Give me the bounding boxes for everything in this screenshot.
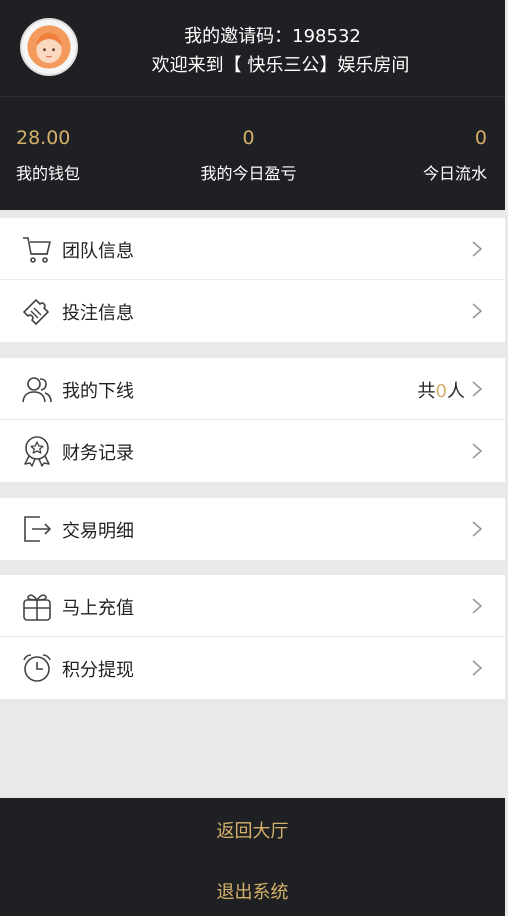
back-to-lobby-button[interactable]: 返回大厅 [0,817,505,843]
menu-item-team-info[interactable]: 团队信息 [0,218,505,280]
gift-icon [20,589,54,623]
chevron-right-icon [471,442,483,460]
chevron-right-icon [471,302,483,320]
stats-panel: 28.00 我的钱包 0 我的今日盈亏 0 今日流水 [0,96,505,210]
alarm-clock-icon [20,651,54,685]
users-icon [20,372,54,406]
chevron-right-icon [471,520,483,538]
menu-item-my-downline[interactable]: 我的下线 共0人 [0,358,505,420]
menu-group-downline: 我的下线 共0人 财务记录 [0,358,505,482]
menu-item-withdraw[interactable]: 积分提现 [0,637,505,699]
menu-item-finance-records[interactable]: 财务记录 [0,420,505,482]
menu-label-finance-records: 财务记录 [62,443,134,464]
menu-item-transaction-details[interactable]: 交易明细 [0,498,505,560]
today-turnover-value: 0 [474,127,487,149]
logout-button[interactable]: 退出系统 [0,878,505,904]
menu-label-my-downline: 我的下线 [62,381,134,402]
chevron-right-icon [471,380,483,398]
award-badge-icon [20,434,54,468]
chevron-right-icon [471,240,483,258]
menu-group-funds: 马上充值 积分提现 [0,575,505,699]
invite-code-text: 我的邀请码：198532 [184,26,361,47]
exit-arrow-icon [20,512,54,546]
menu-label-recharge: 马上充值 [62,598,134,619]
chevron-right-icon [471,597,483,615]
menu-item-bet-info[interactable]: 投注信息 [0,280,505,342]
chevron-right-icon [471,659,483,677]
menu-group-team: 团队信息 投注信息 [0,218,505,342]
downline-count: 共0人 [417,381,465,402]
profile-header: 我的邀请码：198532 欢迎来到【 快乐三公】娱乐房间 [0,0,505,96]
menu-item-recharge[interactable]: 马上充值 [0,575,505,637]
ticket-icon [20,294,54,328]
cart-icon [20,232,54,266]
welcome-text: 欢迎来到【 快乐三公】娱乐房间 [151,55,410,76]
menu-label-bet-info: 投注信息 [62,303,134,324]
menu-label-withdraw: 积分提现 [62,660,134,681]
menu-label-transaction-details: 交易明细 [62,521,134,542]
menu-label-team-info: 团队信息 [62,241,134,262]
today-turnover-stat: 0 今日流水 [423,127,487,184]
menu-group-transactions: 交易明细 [0,498,505,560]
footer-bar: 返回大厅 退出系统 [0,798,505,916]
today-turnover-label: 今日流水 [422,164,487,183]
